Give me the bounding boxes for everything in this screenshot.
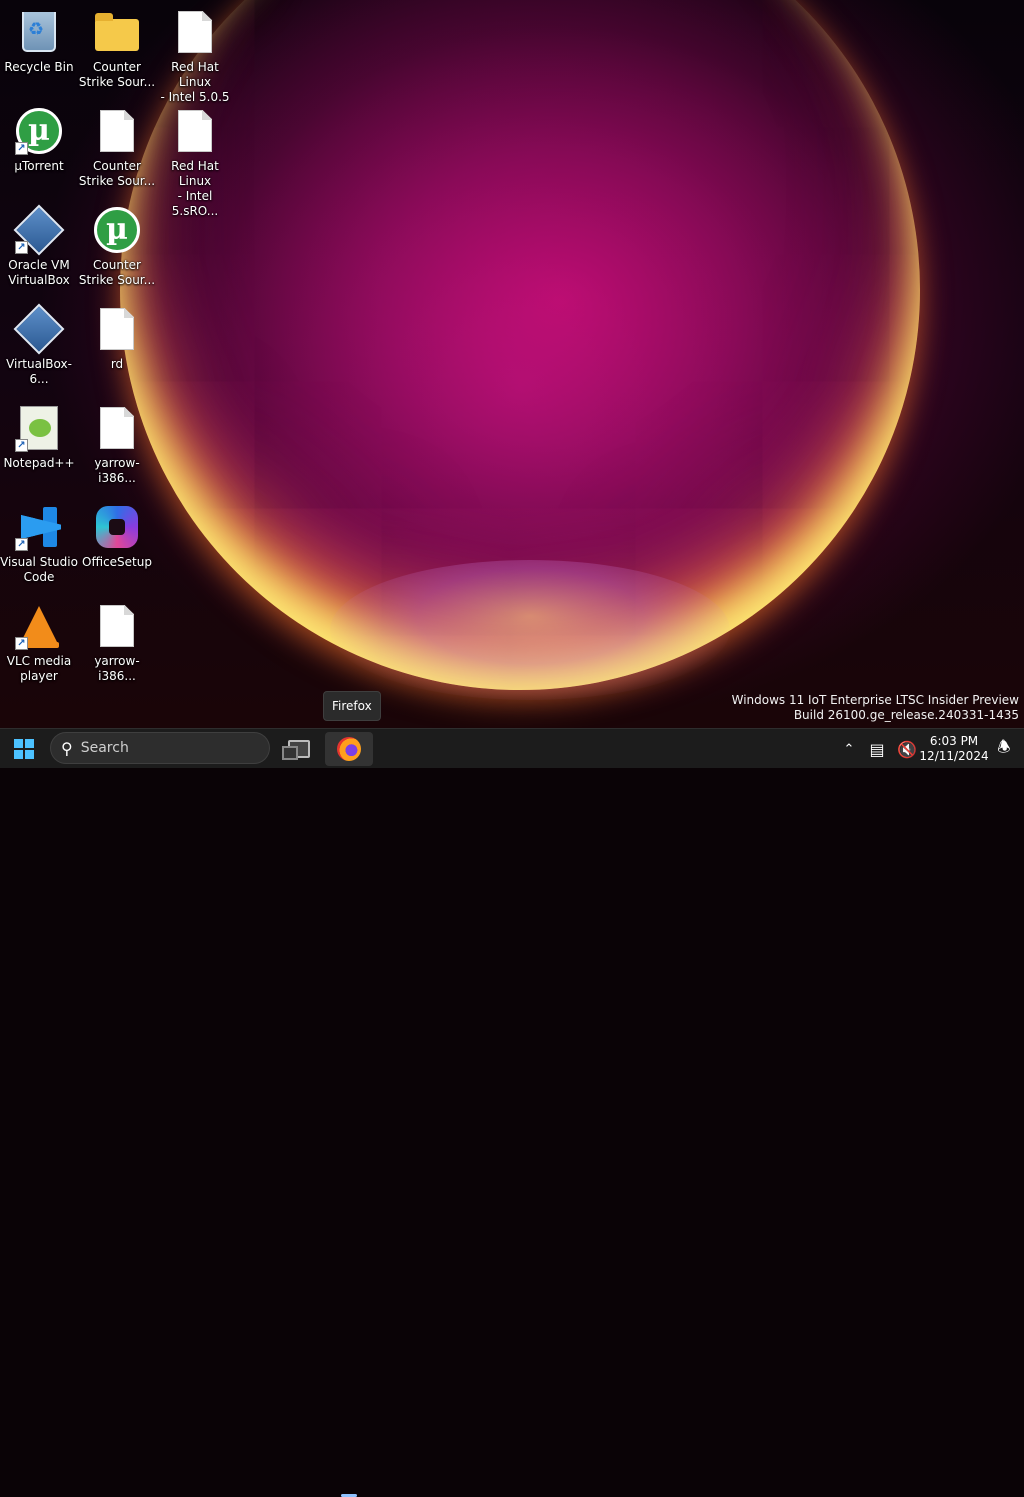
task-view-button[interactable]	[282, 732, 316, 766]
notification-center-button[interactable]: 🕭	[994, 733, 1014, 765]
shortcut-arrow-icon: ↗	[15, 439, 28, 452]
file-icon	[100, 110, 134, 152]
desktop-icon-label: VLC media player	[6, 654, 72, 683]
watermark-build: Build 26100.ge_release.240331-1435	[793, 708, 1019, 722]
file-icon	[100, 605, 134, 647]
desktop-icon-label: Notepad++	[3, 456, 75, 470]
network-icon: ▤	[869, 739, 885, 759]
taskbar-clock[interactable]: 6:03 PM 12/11/2024	[919, 733, 989, 765]
file-icon	[100, 407, 134, 449]
bell-icon: 🕭	[997, 737, 1011, 756]
desktop-icon-virtualbox-installer[interactable]: VirtualBox-6...	[0, 303, 78, 387]
desktop-icon-label: yarrow-i386...	[94, 456, 140, 485]
clock-time: 6:03 PM	[929, 734, 979, 748]
desktop-icon-utorrent[interactable]: µ ↗ µTorrent	[0, 107, 78, 174]
firefox-tooltip: Firefox	[323, 691, 381, 721]
shortcut-arrow-icon: ↗	[15, 241, 28, 254]
desktop-icon-yarrow-2[interactable]: yarrow-i386...	[78, 602, 156, 684]
desktop-icon-recycle-bin[interactable]: Recycle Bin	[0, 8, 78, 75]
desktop-icon-label: VirtualBox-6...	[6, 357, 72, 386]
desktop-icon-counter-strike-folder[interactable]: Counter Strike Sour...	[78, 8, 156, 90]
volume-tray-button[interactable]: 🔇	[896, 733, 918, 765]
taskbar-firefox-button[interactable]	[325, 732, 373, 766]
windows-build-watermark: Windows 11 IoT Enterprise LTSC Insider P…	[732, 693, 1019, 723]
task-view-icon	[282, 740, 310, 760]
show-hidden-icons-button[interactable]: ⌃	[840, 733, 858, 765]
file-icon	[100, 308, 134, 350]
desktop-icon-label: yarrow-i386...	[94, 654, 140, 683]
desktop-icon-label: Oracle VM VirtualBox	[8, 258, 70, 287]
desktop-icon-officesetup[interactable]: OfficeSetup	[78, 503, 156, 570]
virtualbox-icon	[13, 303, 65, 355]
desktop-icon-label: Counter Strike Sour...	[78, 159, 156, 188]
desktop-icon-counter-strike-file[interactable]: Counter Strike Sour...	[78, 107, 156, 189]
desktop-icon-label: rd	[110, 357, 124, 371]
desktop-icon-oracle-vm-virtualbox[interactable]: ↗ Oracle VM VirtualBox	[0, 204, 78, 288]
clock-date: 12/11/2024	[919, 749, 989, 763]
search-icon: ⚲	[61, 738, 73, 758]
desktop-icon-visual-studio-code[interactable]: ↗ Visual Studio Code	[0, 503, 78, 585]
desktop-icon-yarrow-1[interactable]: yarrow-i386...	[78, 404, 156, 486]
search-label: Search	[80, 740, 129, 756]
desktop-icon-label: Red Hat Linux - Intel 5.sRO...	[171, 159, 219, 218]
folder-icon	[95, 13, 139, 51]
file-icon	[178, 110, 212, 152]
desktop-icon-red-hat-505[interactable]: Red Hat Linux - Intel 5.0.5 ...	[156, 8, 234, 120]
desktop-icon-label: µTorrent	[14, 159, 64, 173]
desktop-icon-label: Visual Studio Code	[0, 555, 78, 584]
desktop-icon-counter-strike-torrent[interactable]: µ Counter Strike Sour...	[78, 206, 156, 288]
shortcut-arrow-icon: ↗	[15, 142, 28, 155]
wallpaper-glow	[330, 560, 730, 700]
desktop-icon-label: Counter Strike Sour...	[78, 258, 156, 287]
office-icon	[96, 506, 138, 548]
file-icon	[178, 11, 212, 53]
utorrent-icon: µ	[94, 207, 140, 253]
start-button[interactable]	[6, 732, 42, 766]
desktop-icon-label: Recycle Bin	[4, 60, 74, 74]
windows-logo-icon	[14, 739, 34, 759]
volume-muted-icon: 🔇	[897, 739, 917, 759]
firefox-icon	[337, 737, 361, 761]
desktop-icon-vlc[interactable]: ↗ VLC media player	[0, 602, 78, 684]
taskbar: ⚲ Search ⌃ ▤ 🔇 6:03 PM 12/11/2024 🕭	[0, 728, 1024, 1497]
desktop-icon-label: OfficeSetup	[82, 555, 152, 569]
shortcut-arrow-icon: ↗	[15, 538, 28, 551]
recycle-bin-icon	[22, 12, 56, 52]
desktop-icon-notepad-plus-plus[interactable]: ↗ Notepad++	[0, 404, 78, 471]
desktop-icon-rd[interactable]: rd	[78, 305, 156, 372]
watermark-edition: Windows 11 IoT Enterprise LTSC Insider P…	[731, 693, 1019, 707]
taskbar-search-box[interactable]: ⚲ Search	[50, 732, 270, 764]
chevron-up-icon: ⌃	[843, 741, 855, 757]
network-tray-button[interactable]: ▤	[866, 733, 888, 765]
shortcut-arrow-icon: ↗	[15, 637, 28, 650]
desktop-icon-red-hat-5sro[interactable]: Red Hat Linux - Intel 5.sRO...	[156, 107, 234, 219]
desktop-icon-label: Counter Strike Sour...	[78, 60, 156, 89]
